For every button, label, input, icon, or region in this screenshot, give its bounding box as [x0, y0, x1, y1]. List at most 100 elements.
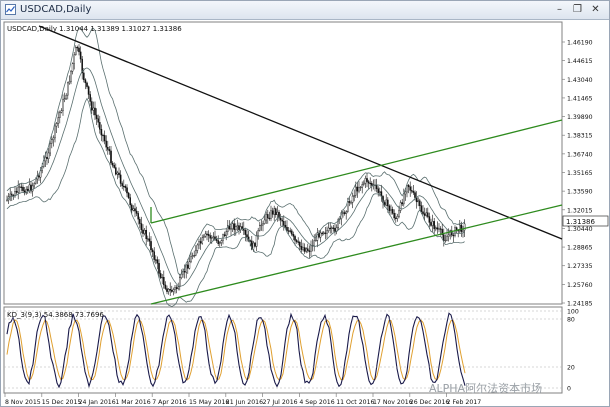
candle-body: [113, 165, 115, 168]
candle-body: [188, 261, 191, 269]
candle-body: [435, 227, 437, 230]
candle-body: [52, 137, 55, 140]
candle-body: [329, 227, 332, 230]
candle-body: [17, 186, 20, 193]
candle-body: [220, 240, 223, 243]
candle-body: [246, 234, 248, 238]
date-label: 17 Nov 2016: [373, 399, 413, 406]
candle-body: [249, 240, 252, 242]
price-chart[interactable]: USDCAD,Daily 1.31044 1.31389 1.31027 1.3…: [1, 20, 609, 406]
candle-body: [238, 225, 240, 230]
close-button[interactable]: ✕: [589, 4, 602, 16]
candle-body: [71, 63, 74, 72]
date-label: 24 Jan 2016: [79, 399, 116, 406]
candle-body: [20, 186, 23, 188]
candle-body: [59, 112, 61, 118]
candle-body: [38, 175, 40, 178]
candle-body: [308, 250, 311, 252]
candle-body: [281, 219, 284, 222]
candle-body: [121, 183, 123, 187]
candle-body: [446, 236, 448, 241]
candle-body: [438, 228, 440, 230]
candle-body: [193, 254, 196, 257]
date-label: 2 Feb 2017: [447, 399, 482, 406]
price-level-label: 1.28865: [567, 245, 593, 252]
candle-body: [145, 230, 148, 240]
candle-body: [129, 197, 132, 206]
candle-body: [414, 192, 416, 198]
candle-body: [332, 227, 335, 229]
candle-body: [310, 245, 312, 252]
price-level-label: 1.32015: [567, 207, 593, 214]
candle-body: [425, 212, 428, 216]
candle-body: [156, 259, 159, 264]
candle-body: [223, 234, 226, 237]
candle-body: [423, 213, 426, 216]
date-axis: 8 Nov 2015 15 Dec 201524 Jan 2016 1 Mar 20…: [4, 393, 482, 406]
candle-body: [342, 212, 344, 214]
oscillator-level-label: 100: [567, 309, 579, 316]
candle-body: [430, 222, 432, 226]
candle-body: [287, 230, 290, 232]
candle-body: [49, 142, 51, 154]
candle-body: [178, 277, 181, 287]
candle-body: [169, 289, 172, 291]
candle-body: [127, 192, 130, 198]
candle-body: [447, 234, 450, 237]
candle-body: [47, 152, 50, 159]
price-level-label: 1.24185: [567, 301, 593, 308]
candle-body: [369, 182, 372, 185]
candle-body: [439, 228, 442, 230]
candle-body: [387, 199, 389, 207]
oscillator-level-label: 80: [567, 317, 575, 324]
candle-body: [202, 235, 205, 238]
candle-body: [321, 232, 324, 234]
candle-body: [183, 271, 186, 273]
candle-body: [84, 79, 87, 84]
chart-info: USDCAD,Daily 1.31044 1.31389 1.31027 1.3…: [7, 25, 182, 33]
candle-body: [172, 289, 175, 292]
candle-body: [358, 187, 360, 192]
candle-body: [292, 234, 295, 237]
candle-body: [166, 288, 168, 292]
candle-body: [412, 190, 415, 193]
candle-body: [175, 287, 178, 289]
candle-body: [271, 210, 274, 215]
candle-body: [260, 224, 263, 226]
candle-body: [111, 162, 114, 166]
candle-body: [102, 134, 104, 137]
candle-body: [407, 185, 410, 188]
oscillator-level-label: 20: [567, 365, 575, 372]
candle-body: [399, 202, 402, 211]
candle-body: [460, 224, 463, 232]
candle-body: [204, 233, 207, 237]
candle-body: [46, 156, 48, 159]
date-label: 26 Dec 2016: [410, 399, 450, 406]
restore-button[interactable]: ❐: [571, 4, 584, 16]
candle-body: [151, 249, 154, 253]
candle-body: [167, 289, 170, 292]
candle-body: [431, 221, 434, 226]
candle-body: [87, 86, 90, 95]
candle-body: [385, 199, 388, 206]
candle-body: [35, 178, 37, 184]
chart-icon: [5, 4, 16, 15]
minimize-button[interactable]: –: [553, 4, 566, 16]
candle-body: [33, 183, 35, 187]
candle-body: [95, 114, 98, 119]
candle-body: [103, 135, 106, 142]
candle-body: [345, 211, 348, 214]
candle-body: [174, 287, 176, 290]
candle-body: [158, 263, 160, 274]
candle-body: [255, 235, 258, 247]
candle-body: [106, 146, 109, 150]
candle-body: [404, 191, 407, 195]
candle-body: [359, 186, 362, 189]
candle-body: [244, 230, 247, 235]
candle-body: [364, 178, 367, 184]
price-level-label: 1.44615: [567, 58, 593, 65]
candle-body: [411, 190, 413, 192]
candle-body: [443, 234, 445, 241]
candle-body: [54, 125, 56, 139]
candle-body: [51, 139, 53, 144]
